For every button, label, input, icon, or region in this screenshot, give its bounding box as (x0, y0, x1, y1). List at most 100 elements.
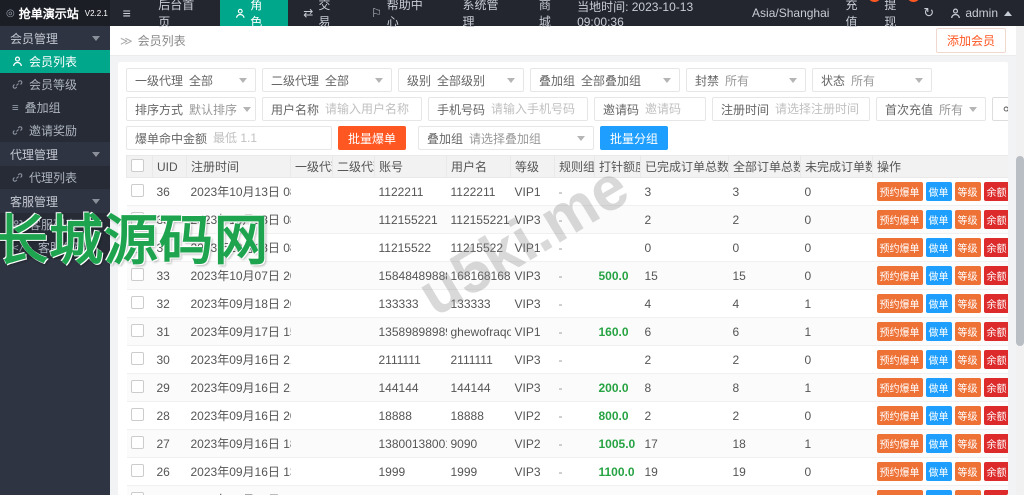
level-select[interactable]: 级别 全部级别 (398, 68, 524, 92)
agent2-select[interactable]: 二级代理 全部 (262, 68, 392, 92)
level-button[interactable]: 等级 (954, 238, 981, 257)
sidebar-group-agent[interactable]: 代理管理 (0, 142, 110, 166)
balance-button[interactable]: 余额 (983, 182, 1008, 201)
sidebar-item-invite-reward[interactable]: 邀请奖励 (0, 119, 110, 142)
row-checkbox[interactable] (130, 295, 144, 309)
balance-button[interactable]: 余额 (983, 294, 1008, 313)
username-input[interactable] (325, 102, 421, 116)
do-order-button[interactable]: 做单 (925, 182, 952, 201)
status-select[interactable]: 状态 所有 (812, 68, 932, 92)
level-button[interactable]: 等级 (954, 406, 981, 425)
scrollbar-thumb[interactable] (1016, 156, 1024, 346)
user-menu[interactable]: admin (950, 6, 1012, 20)
level-button[interactable]: 等级 (954, 182, 981, 201)
balance-button[interactable]: 余额 (983, 238, 1008, 257)
book-burst-button[interactable]: 预约爆单 (876, 210, 923, 229)
do-order-button[interactable]: 做单 (925, 238, 952, 257)
search-button[interactable]: 搜索 (992, 97, 1008, 121)
book-burst-button[interactable]: 预约爆单 (876, 462, 923, 481)
balance-button[interactable]: 余额 (983, 210, 1008, 229)
sidebar-item-stack-group[interactable]: ≡ 叠加组 (0, 96, 110, 119)
book-burst-button[interactable]: 预约爆单 (876, 266, 923, 285)
balance-button[interactable]: 余额 (983, 350, 1008, 369)
balance-button[interactable]: 余额 (983, 434, 1008, 453)
book-burst-button[interactable]: 预约爆单 (876, 406, 923, 425)
balance-button[interactable]: 余额 (983, 462, 1008, 481)
menu-toggle-icon[interactable]: ≡ (110, 0, 143, 26)
burst-amount-input[interactable] (213, 131, 331, 145)
batch-group-button[interactable]: 批量分组 (600, 126, 669, 150)
row-checkbox[interactable] (130, 491, 144, 495)
level-button[interactable]: 等级 (954, 266, 981, 285)
batch-burst-button[interactable]: 批量爆单 (338, 126, 407, 150)
book-burst-button[interactable]: 预约爆单 (876, 322, 923, 341)
book-burst-button[interactable]: 预约爆单 (876, 378, 923, 397)
book-burst-button[interactable]: 预约爆单 (876, 238, 923, 257)
sidebar-group-service[interactable]: 客服管理 (0, 189, 110, 213)
do-order-button[interactable]: 做单 (925, 294, 952, 313)
sort-select[interactable]: 排序方式 默认排序 (126, 97, 256, 121)
do-order-button[interactable]: 做单 (925, 434, 952, 453)
do-order-button[interactable]: 做单 (925, 406, 952, 425)
agent1-select[interactable]: 一级代理 全部 (126, 68, 256, 92)
sidebar-item-service-list[interactable]: 客服列表 (0, 213, 110, 236)
nav-item-role[interactable]: 角色 (219, 0, 289, 29)
nav-item-home[interactable]: 后台首页 (143, 0, 219, 29)
book-burst-button[interactable]: 预约爆单 (876, 490, 923, 495)
scrollbar-track[interactable] (1016, 26, 1024, 495)
nav-item-mall[interactable]: 商城 (524, 0, 577, 29)
row-checkbox[interactable] (130, 435, 144, 449)
sidebar-item-member-level[interactable]: 会员等级 (0, 73, 110, 96)
do-order-button[interactable]: 做单 (925, 322, 952, 341)
do-order-button[interactable]: 做单 (925, 462, 952, 481)
sidebar-item-service-code[interactable]: </> 客服代码 (0, 236, 110, 259)
book-burst-button[interactable]: 预约爆单 (876, 434, 923, 453)
level-button[interactable]: 等级 (954, 490, 981, 495)
refresh-icon[interactable]: ↻ (923, 5, 934, 21)
row-checkbox[interactable] (130, 267, 144, 281)
level-button[interactable]: 等级 (954, 294, 981, 313)
nav-item-trade[interactable]: ⇄ 交易 (288, 0, 356, 29)
do-order-button[interactable]: 做单 (925, 266, 952, 285)
balance-button[interactable]: 余额 (983, 406, 1008, 425)
nav-item-help[interactable]: ⚐ 帮助中心 (356, 0, 448, 29)
balance-button[interactable]: 余额 (983, 490, 1008, 495)
recharge-link[interactable]: 充值 3 (845, 0, 882, 30)
sidebar-item-agent-list[interactable]: 代理列表 (0, 166, 110, 189)
level-button[interactable]: 等级 (954, 210, 981, 229)
register-time-input[interactable] (775, 102, 869, 116)
balance-button[interactable]: 余额 (983, 378, 1008, 397)
row-checkbox[interactable] (130, 323, 144, 337)
add-member-button[interactable]: 添加会员 (935, 28, 1006, 53)
phone-input[interactable] (491, 102, 587, 116)
ban-select[interactable]: 封禁 所有 (686, 68, 806, 92)
do-order-button[interactable]: 做单 (925, 210, 952, 229)
select-all-checkbox[interactable] (131, 158, 144, 172)
sidebar-group-member[interactable]: 会员管理 (0, 26, 110, 50)
level-button[interactable]: 等级 (954, 350, 981, 369)
nav-item-system[interactable]: 系统管理 (448, 0, 524, 29)
row-checkbox[interactable] (130, 379, 144, 393)
book-burst-button[interactable]: 预约爆单 (876, 350, 923, 369)
batch-group-select[interactable]: 叠加组 请选择叠加组 (418, 126, 595, 150)
row-checkbox[interactable] (130, 211, 144, 225)
stack-group-select[interactable]: 叠加组 全部叠加组 (530, 68, 680, 92)
balance-button[interactable]: 余额 (983, 322, 1008, 341)
do-order-button[interactable]: 做单 (925, 350, 952, 369)
row-checkbox[interactable] (130, 351, 144, 365)
book-burst-button[interactable]: 预约爆单 (876, 182, 923, 201)
withdraw-link[interactable]: 提现 0 (884, 0, 921, 30)
row-checkbox[interactable] (130, 183, 144, 197)
book-burst-button[interactable]: 预约爆单 (876, 294, 923, 313)
row-checkbox[interactable] (130, 239, 144, 253)
level-button[interactable]: 等级 (954, 434, 981, 453)
row-checkbox[interactable] (130, 407, 144, 421)
sidebar-item-member-list[interactable]: 会员列表 (0, 50, 110, 73)
invite-code-input[interactable] (645, 102, 705, 116)
level-button[interactable]: 等级 (954, 378, 981, 397)
do-order-button[interactable]: 做单 (925, 490, 952, 495)
first-recharge-select[interactable]: 首次充值 所有 (876, 97, 987, 121)
row-checkbox[interactable] (130, 463, 144, 477)
level-button[interactable]: 等级 (954, 462, 981, 481)
do-order-button[interactable]: 做单 (925, 378, 952, 397)
